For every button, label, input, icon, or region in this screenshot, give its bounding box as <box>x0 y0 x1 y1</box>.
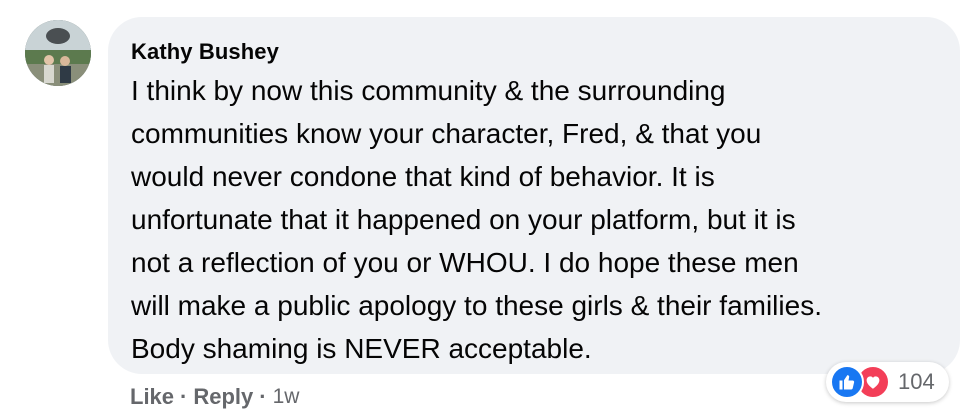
comment-timestamp[interactable]: 1w <box>273 385 300 409</box>
like-button[interactable]: Like <box>130 384 174 410</box>
avatar-photo <box>25 20 91 86</box>
comment-row: Kathy Bushey I think by now this communi… <box>0 0 980 415</box>
separator-dot: · <box>259 384 267 409</box>
comment-author[interactable]: Kathy Bushey <box>131 39 279 65</box>
separator-dot: · <box>180 384 188 409</box>
comment-text: I think by now this community & the surr… <box>131 75 822 364</box>
reactions-summary[interactable]: 104 <box>826 362 949 402</box>
avatar[interactable] <box>25 20 91 86</box>
reply-button[interactable]: Reply <box>193 384 253 410</box>
comment-bubble: Kathy Bushey I think by now this communi… <box>108 17 960 374</box>
like-reaction-icon <box>830 365 864 399</box>
reaction-count: 104 <box>898 369 935 394</box>
comment-actions: Like · Reply · 1w <box>130 384 299 410</box>
